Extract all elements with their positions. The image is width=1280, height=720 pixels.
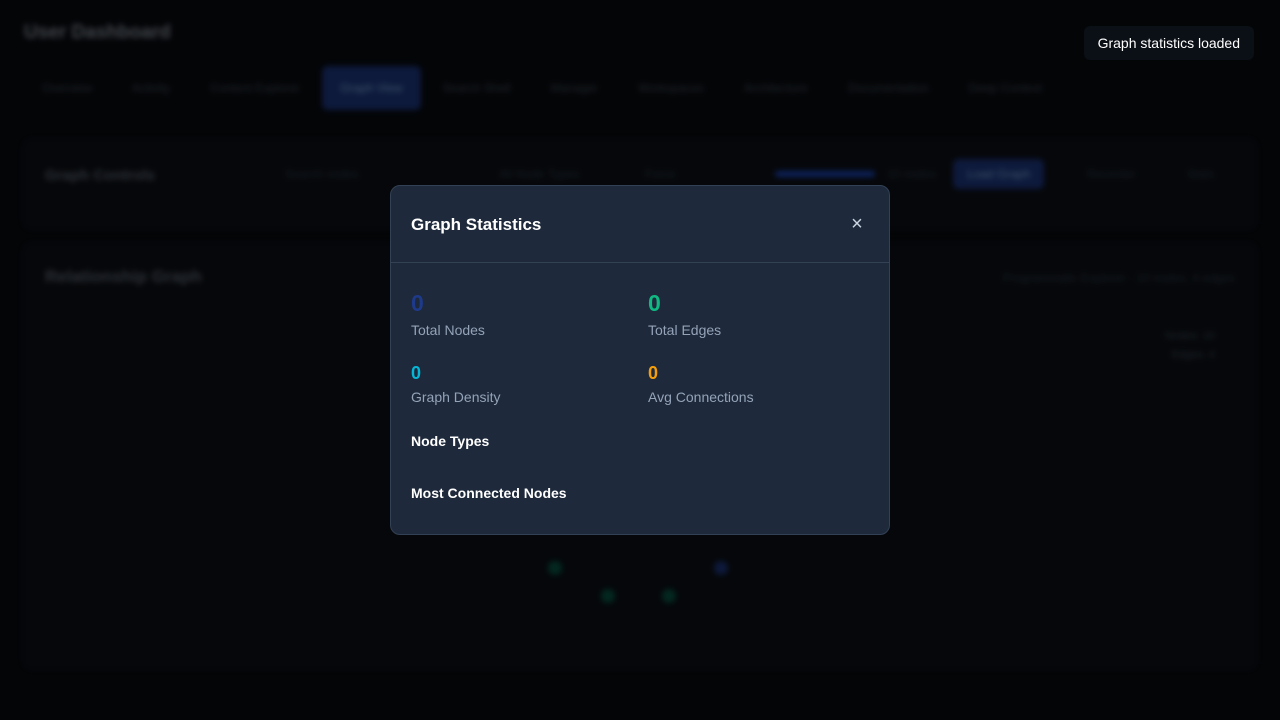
stat-avg-connections: 0 Avg Connections	[648, 361, 868, 405]
stat-graph-density: 0 Graph Density	[411, 361, 631, 405]
most-connected-title: Most Connected Nodes	[411, 485, 567, 501]
graph-statistics-modal: Graph Statistics × 0 Total Nodes 0 Total…	[390, 185, 890, 535]
stat-total-nodes: 0 Total Nodes	[411, 288, 631, 338]
graph-density-value: 0	[411, 363, 422, 383]
total-edges-value: 0	[648, 290, 661, 316]
avg-connections-value: 0	[648, 363, 659, 383]
avg-connections-label: Avg Connections	[648, 389, 754, 405]
graph-density-label: Graph Density	[411, 389, 501, 405]
close-icon[interactable]: ×	[847, 214, 867, 234]
modal-header: Graph Statistics ×	[391, 186, 889, 263]
node-types-title: Node Types	[411, 433, 490, 449]
total-nodes-value: 0	[411, 290, 424, 316]
total-nodes-label: Total Nodes	[411, 322, 485, 338]
total-edges-label: Total Edges	[648, 322, 722, 338]
toast-notification: Graph statistics loaded	[1083, 26, 1254, 60]
modal-title: Graph Statistics	[411, 215, 542, 234]
stat-total-edges: 0 Total Edges	[648, 288, 868, 338]
